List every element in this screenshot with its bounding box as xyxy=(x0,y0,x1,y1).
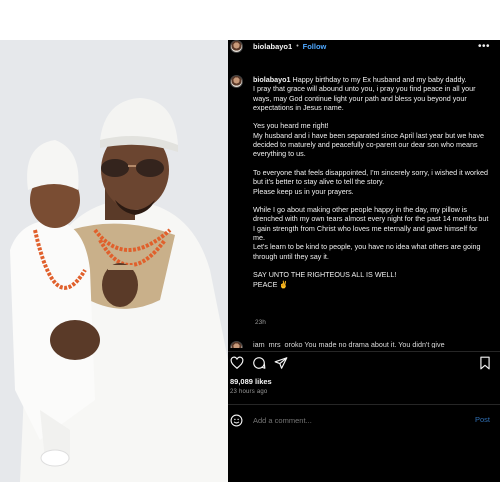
likes-count[interactable]: 89,089 likes xyxy=(230,377,272,386)
share-icon[interactable] xyxy=(274,356,288,370)
photo-illustration xyxy=(0,40,228,482)
post-comment-button[interactable]: Post xyxy=(475,415,490,424)
post-timestamp: 23 hours ago xyxy=(230,389,268,395)
caption-timestamp: 23h xyxy=(255,319,266,326)
comment-icon[interactable] xyxy=(252,356,266,370)
follow-button[interactable]: Follow xyxy=(303,42,327,51)
comment-input[interactable] xyxy=(253,415,453,425)
commenter-avatar[interactable] xyxy=(230,341,243,348)
post-side-panel: biolabayo1 • Follow ••• biolabayo1 Happy… xyxy=(228,40,500,482)
instagram-post: biolabayo1 • Follow ••• biolabayo1 Happy… xyxy=(0,40,500,482)
caption-body: Happy birthday to my Ex husband and my b… xyxy=(253,75,489,289)
post-header: biolabayo1 • Follow ••• xyxy=(228,40,500,53)
more-horizontal-icon[interactable]: ••• xyxy=(478,41,490,52)
caption-username[interactable]: biolabayo1 xyxy=(253,75,291,84)
avatar[interactable] xyxy=(230,40,243,53)
divider xyxy=(228,404,500,405)
heart-icon[interactable] xyxy=(230,356,244,370)
comment-bar: Post xyxy=(230,413,494,427)
username[interactable]: biolabayo1 xyxy=(253,42,292,51)
emoji-icon[interactable] xyxy=(230,414,243,427)
caption-avatar[interactable] xyxy=(230,75,243,88)
action-bar xyxy=(230,356,494,372)
caption-text: biolabayo1 Happy birthday to my Ex husba… xyxy=(253,75,489,289)
separator-dot: • xyxy=(296,43,299,50)
post-photo[interactable] xyxy=(0,40,228,482)
caption-block: biolabayo1 Happy birthday to my Ex husba… xyxy=(230,75,492,289)
bookmark-icon[interactable] xyxy=(478,356,492,370)
divider xyxy=(228,351,500,352)
comment-preview: iam_mrs_oroko You made no drama about it… xyxy=(230,340,492,348)
comment-preview-text: iam_mrs_oroko You made no drama about it… xyxy=(253,340,445,348)
